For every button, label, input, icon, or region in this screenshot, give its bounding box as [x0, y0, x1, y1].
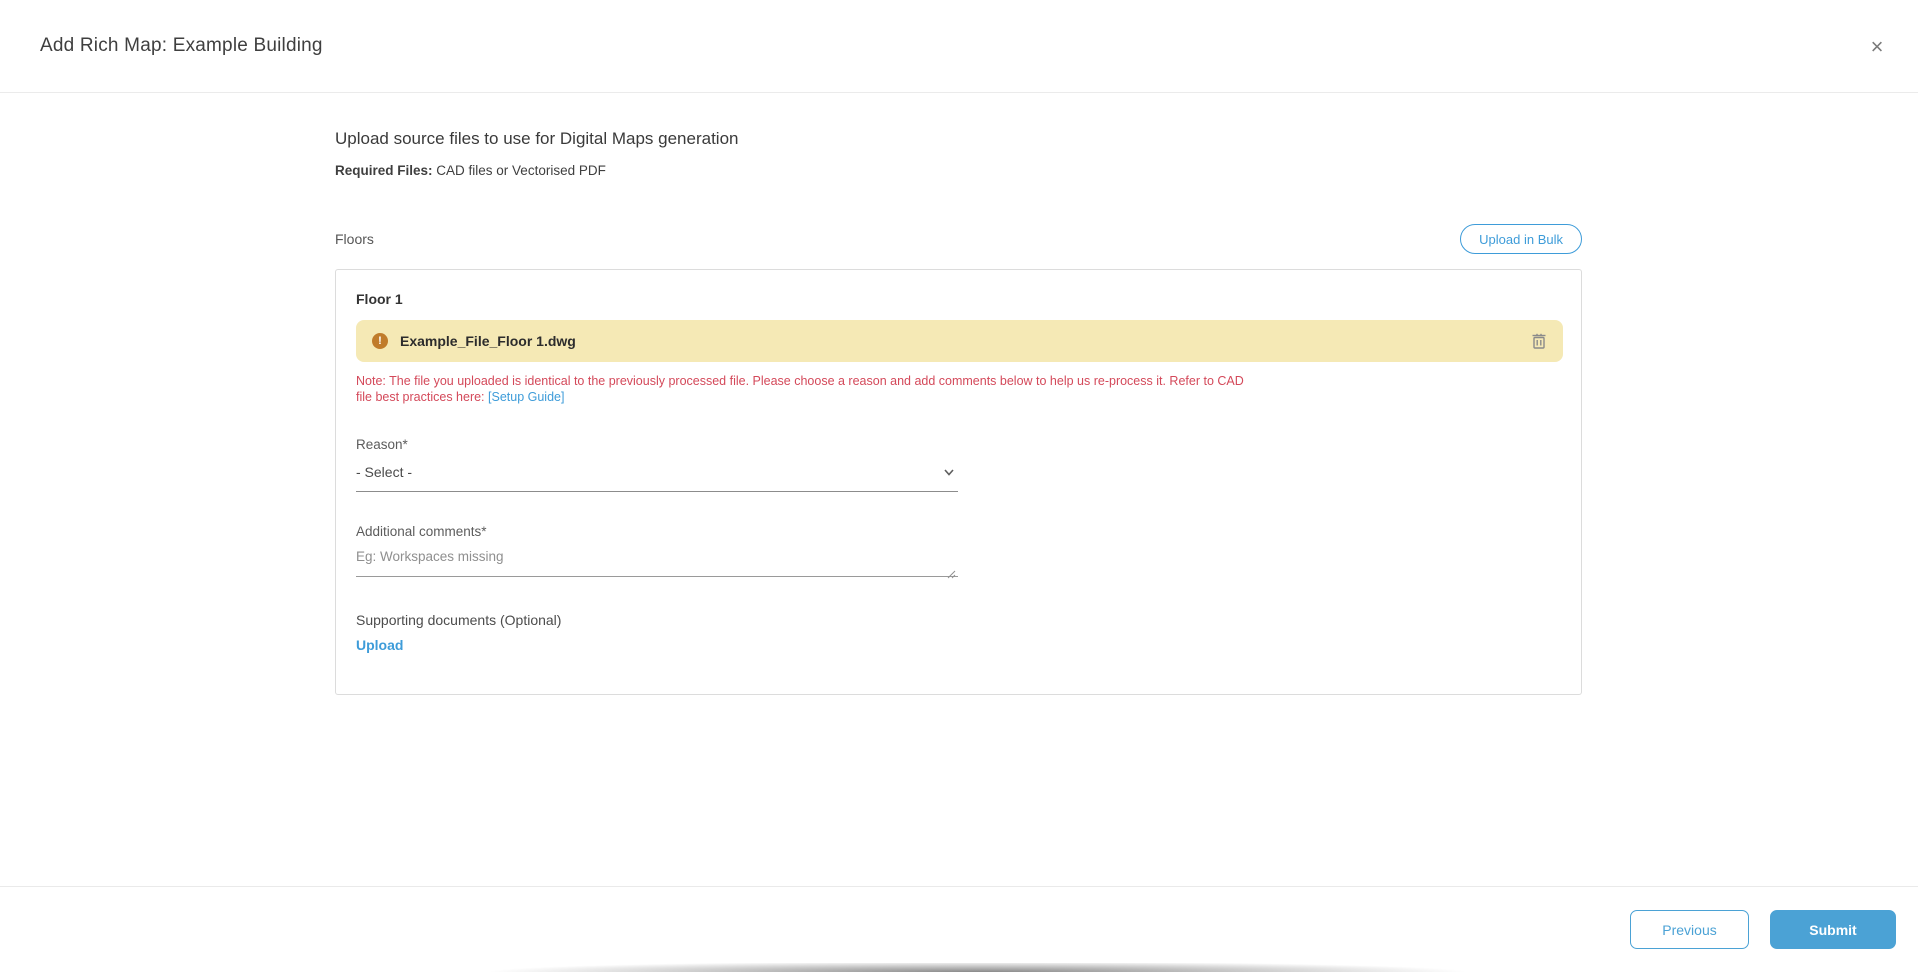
additional-comments-wrap	[356, 539, 958, 582]
floors-row: Floors Upload in Bulk	[335, 224, 1582, 254]
modal-header: Add Rich Map: Example Building ×	[0, 0, 1918, 93]
required-files-label: Required Files:	[335, 163, 433, 178]
uploaded-file-name: Example_File_Floor 1.dwg	[400, 333, 576, 349]
close-icon[interactable]: ×	[1860, 30, 1894, 64]
note-line2: file best practices here: [Setup Guide]	[356, 389, 1561, 405]
modal-body: Upload source files to use for Digital M…	[335, 93, 1582, 695]
setup-guide-link[interactable]: [Setup Guide]	[488, 390, 564, 404]
note-line1: Note: The file you uploaded is identical…	[356, 373, 1561, 389]
required-files-line: Required Files: CAD files or Vectorised …	[335, 163, 1582, 178]
floor-card: Floor 1 ! Example_File_Floor 1.dwg	[335, 269, 1582, 695]
additional-comments-label: Additional comments*	[356, 524, 1561, 539]
upload-supporting-link[interactable]: Upload	[356, 637, 403, 653]
previous-button[interactable]: Previous	[1630, 910, 1749, 949]
submit-button[interactable]: Submit	[1770, 910, 1896, 949]
additional-comments-input[interactable]	[356, 543, 958, 577]
required-files-value: CAD files or Vectorised PDF	[433, 163, 606, 178]
floor-name: Floor 1	[356, 291, 1561, 307]
add-rich-map-modal: Add Rich Map: Example Building × Upload …	[0, 0, 1918, 972]
upload-heading: Upload source files to use for Digital M…	[335, 129, 1582, 149]
supporting-documents-label: Supporting documents (Optional)	[356, 612, 1561, 628]
duplicate-file-note: Note: The file you uploaded is identical…	[356, 373, 1561, 405]
reason-select[interactable]: - Select -	[356, 458, 958, 492]
reason-selected-value: - Select -	[356, 464, 412, 480]
warning-icon: !	[372, 333, 388, 349]
floors-label: Floors	[335, 231, 374, 247]
modal-title: Add Rich Map: Example Building	[40, 35, 323, 57]
delete-file-icon[interactable]	[1529, 331, 1549, 351]
reason-label: Reason*	[356, 437, 1561, 452]
chevron-down-icon	[942, 465, 956, 479]
modal-footer: Previous Submit	[0, 886, 1918, 972]
note-line2-text: file best practices here:	[356, 390, 488, 404]
uploaded-file-bar: ! Example_File_Floor 1.dwg	[356, 320, 1563, 362]
upload-in-bulk-button[interactable]: Upload in Bulk	[1460, 224, 1582, 254]
